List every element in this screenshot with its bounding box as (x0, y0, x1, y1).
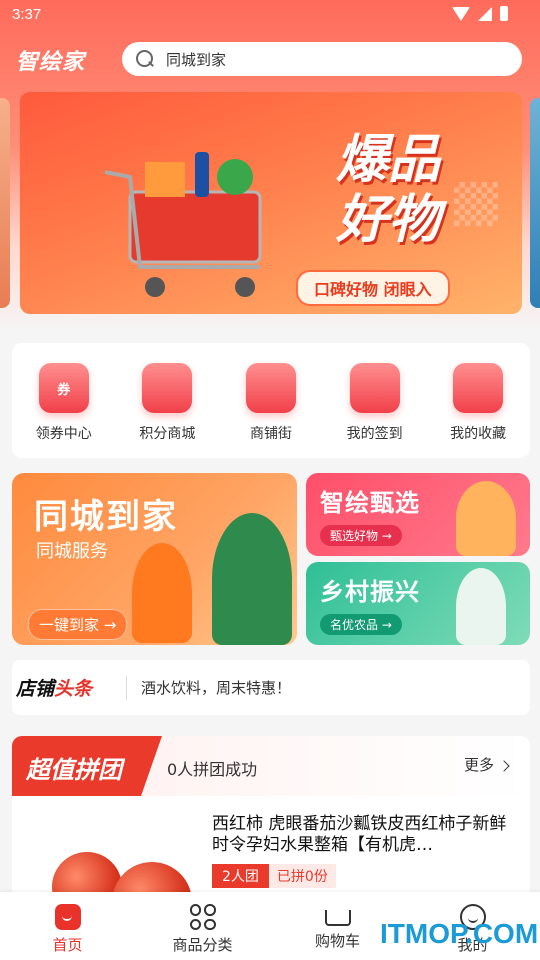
battery-icon (500, 6, 508, 21)
status-time: 3:37 (12, 6, 42, 23)
app-header: 智绘家 同城到家 (0, 40, 540, 80)
status-bar: 3:37 (0, 0, 540, 30)
banner-slide[interactable]: 爆品 好物 口碑好物 闭眼入 (20, 92, 522, 314)
group-buy-section: 超值拼团 0人拼团成功 更多 西红柿 虎眼番茄沙瓤铁皮西红柿子新鲜时令孕妇水果整… (12, 736, 530, 906)
tab-label: 首页 (52, 936, 83, 954)
search-icon (136, 50, 154, 68)
quick-link-shop-street[interactable]: 商铺街 (226, 363, 316, 458)
category-grid-icon (189, 904, 216, 930)
group-size-tag: 2人团 (212, 864, 269, 888)
tab-categories[interactable]: 商品分类 (135, 892, 270, 960)
promo-title: 智绘甄选 (320, 489, 420, 517)
search-input-value: 同城到家 (166, 50, 227, 69)
favorites-icon (453, 363, 504, 413)
search-input[interactable]: 同城到家 (122, 42, 522, 76)
promo-cta-button[interactable]: 名优农品 → (320, 614, 402, 635)
cart-icon (324, 910, 351, 926)
shop-headlines[interactable]: 店铺头条 酒水饮料，周末特惠！ (12, 660, 530, 715)
farmer-illustration (456, 568, 506, 645)
headline-text[interactable]: 酒水饮料，周末特惠！ (141, 677, 291, 698)
shopkeeper-illustration (212, 513, 292, 645)
promo-title: 同城到家 (34, 497, 178, 537)
promo-title: 乡村振兴 (320, 578, 420, 606)
coupon-icon: 券 (38, 363, 89, 413)
banner-prev-slide[interactable] (0, 98, 10, 308)
app-logo: 智绘家 (16, 50, 86, 75)
courier-illustration (132, 543, 192, 643)
quick-link-favorites[interactable]: 我的收藏 (433, 363, 523, 458)
promo-same-city-delivery[interactable]: 同城到家 同城服务 一键到家 → (12, 473, 297, 645)
banner-carousel[interactable]: 爆品 好物 口碑好物 闭眼入 (0, 92, 540, 314)
product-title[interactable]: 西红柿 虎眼番茄沙瓤铁皮西红柿子新鲜时令孕妇水果整箱【有机虎… (212, 814, 512, 856)
quick-link-label: 积分商城 (139, 426, 196, 442)
festival-girl-illustration (456, 481, 516, 556)
quick-link-label: 商铺街 (249, 426, 292, 442)
quick-link-checkin[interactable]: 我的签到 (330, 363, 420, 458)
promo-rural-revitalization[interactable]: 乡村振兴 名优农品 → (306, 562, 530, 645)
quick-link-label: 我的签到 (346, 426, 403, 442)
quick-link-coupon-center[interactable]: 券 领券中心 (19, 363, 109, 458)
signal-icon (478, 6, 492, 21)
chevron-right-icon (498, 760, 510, 772)
shopping-cart-illustration (104, 152, 262, 297)
group-buy-count: 0人拼团成功 (167, 760, 258, 779)
banner-title: 爆品 好物 (335, 130, 440, 250)
joined-count-tag: 已拼0份 (268, 864, 336, 888)
group-buy-header: 超值拼团 0人拼团成功 更多 (12, 736, 530, 796)
product-tags: 2人团 已拼0份 (212, 864, 336, 888)
banner-next-slide[interactable] (530, 98, 540, 308)
tab-home[interactable]: 首页 (0, 892, 135, 960)
watermark: ITMOP.COM (380, 918, 539, 949)
quick-links: 券 领券中心 积分商城 商铺街 我的签到 我的收藏 (12, 343, 530, 458)
status-icons (452, 6, 508, 21)
wifi-icon (452, 6, 470, 21)
promo-zhihui-selection[interactable]: 智绘甄选 甄选好物 → (306, 473, 530, 556)
home-icon (54, 904, 81, 930)
promo-cta-button[interactable]: 一键到家 → (28, 609, 128, 640)
group-buy-badge: 超值拼团 (12, 736, 162, 796)
promo-subtitle: 同城服务 (36, 541, 108, 562)
quick-link-label: 我的收藏 (450, 426, 507, 442)
tab-label: 商品分类 (172, 936, 233, 954)
checkin-icon (349, 363, 400, 413)
promo-cta-button[interactable]: 甄选好物 → (320, 525, 402, 546)
divider (126, 675, 127, 700)
headlines-logo: 店铺头条 (16, 678, 93, 700)
store-icon (245, 363, 296, 413)
banner-tagline: 口碑好物 闭眼入 (296, 270, 450, 306)
quick-link-label: 领券中心 (35, 426, 92, 442)
quick-link-points-mall[interactable]: 积分商城 (122, 363, 212, 458)
shopping-bag-icon (142, 363, 193, 413)
group-buy-more-link[interactable]: 更多 (464, 754, 510, 775)
